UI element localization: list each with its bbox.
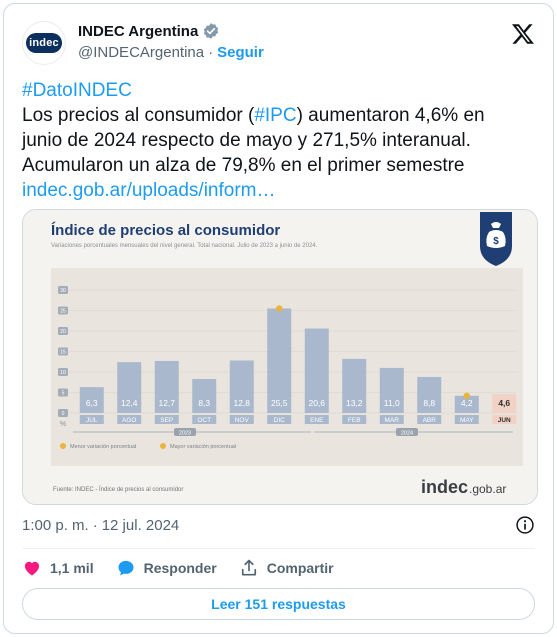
share-label: Compartir: [266, 560, 334, 576]
x-logo-icon[interactable]: [511, 22, 535, 46]
like-count: 1,1 mil: [50, 560, 94, 576]
y-tick-label: 30: [60, 288, 66, 294]
tweet-date: 12 jul. 2024: [101, 517, 180, 534]
read-replies-button[interactable]: Leer 151 respuestas: [22, 588, 535, 620]
tweet-line-4: Acumularon un alza de 79,8% en el primer…: [22, 155, 465, 176]
month-label: DIC: [274, 417, 286, 424]
tweet-timestamp[interactable]: 1:00 p. m. · 12 jul. 2024: [22, 517, 179, 534]
follow-button[interactable]: Seguir: [217, 44, 264, 61]
handle[interactable]: @INDECArgentina: [78, 44, 204, 61]
ipc-chart: Índice de precios al consumidor Variacio…: [23, 210, 537, 504]
legend-max-label: Mayor variación porcentual: [170, 444, 236, 450]
month-label: ABR: [423, 417, 437, 424]
tweet-line-3: junio de 2024 respecto de mayo y 271,5% …: [22, 130, 471, 151]
month-label: JUN: [498, 417, 511, 424]
tweet-text-segment: ) aumentaron 4,6% en: [296, 105, 485, 126]
display-name[interactable]: INDEC Argentina: [78, 23, 198, 40]
year-2023-label: 2023: [179, 431, 191, 437]
max-marker: [276, 305, 283, 312]
verified-badge-icon: [204, 23, 219, 39]
name-row: INDEC Argentina: [78, 22, 220, 40]
money-bag-icon: $: [480, 212, 512, 266]
tweet-link[interactable]: indec.gob.ar/uploads/inform…: [22, 178, 532, 203]
heart-icon: [24, 561, 40, 576]
month-label: JUL: [86, 417, 98, 424]
brand-main: indec: [421, 477, 468, 497]
infographic-source: Fuente: INDEC - Índice de precios al con…: [53, 486, 183, 493]
tweet-actions: 1,1 mil Responder Compartir: [22, 556, 356, 580]
bar-value-label: 4,2: [461, 398, 473, 408]
min-marker: [463, 392, 470, 399]
timestamp-separator: ·: [92, 517, 98, 534]
month-label: ENE: [310, 417, 324, 424]
legend-min-label: Menor variación porcentual: [70, 444, 136, 450]
tweet-text: #DatoINDEC Los precios al consumidor (#I…: [22, 78, 532, 203]
svg-text:$: $: [493, 236, 499, 247]
month-label: AGO: [122, 417, 136, 424]
y-tick-label: 25: [60, 309, 66, 315]
brand-suffix: .gob.ar: [469, 482, 506, 496]
bar-value-label: 12,8: [233, 398, 250, 408]
bar-value-label: 20,6: [308, 398, 325, 408]
bar-value-label: 13,2: [346, 398, 363, 408]
month-label: SEP: [160, 417, 173, 424]
y-tick-label: 15: [60, 350, 66, 356]
tweet-line-2: Los precios al consumidor (#IPC) aumenta…: [22, 103, 532, 128]
handle-separator: ·: [208, 44, 214, 61]
y-axis-label: %: [60, 421, 66, 428]
tweet-header: indec INDEC Argentina @INDECArgentina · …: [22, 18, 539, 68]
month-label: FEB: [348, 417, 361, 424]
handle-row: @INDECArgentina · Seguir: [78, 44, 264, 61]
month-label: NOV: [235, 417, 250, 424]
hashtag-ipc[interactable]: #IPC: [254, 105, 296, 126]
infographic-subtitle: Variaciones porcentuales mensuales del n…: [51, 243, 318, 249]
bar-value-label: 6,3: [86, 398, 98, 408]
bar-value-label: 12,4: [121, 398, 138, 408]
legend-min-dot: [60, 443, 66, 449]
bar-value-label: 8,3: [198, 398, 210, 408]
share-icon: [241, 559, 256, 576]
infographic-title: Índice de precios al consumidor: [51, 222, 280, 239]
avatar-logo: indec: [26, 33, 62, 53]
tweet-card: indec INDEC Argentina @INDECArgentina · …: [3, 3, 554, 634]
tweet-text-segment: Los precios al consumidor (: [22, 105, 255, 126]
avatar[interactable]: indec: [22, 21, 66, 65]
tweet-time: 1:00 p. m.: [22, 517, 89, 534]
infographic-image[interactable]: Índice de precios al consumidor Variacio…: [22, 209, 538, 505]
y-tick-label: 10: [60, 370, 66, 376]
speech-bubble-icon: [118, 560, 134, 576]
bar-value-label: 8,8: [423, 398, 435, 408]
like-button[interactable]: 1,1 mil: [22, 558, 94, 578]
y-tick-label: 5: [62, 391, 65, 397]
divider: [22, 548, 535, 549]
reply-label: Responder: [143, 560, 217, 576]
month-label: MAY: [460, 417, 474, 424]
bar-value-label: 25,5: [271, 398, 288, 408]
month-label: MAR: [385, 417, 400, 424]
y-tick-label: 20: [60, 329, 66, 335]
y-tick-label: 0: [62, 411, 65, 417]
reply-button[interactable]: Responder: [116, 558, 217, 578]
bar-value-label: 12,7: [158, 398, 175, 408]
bar-value-label: 11,0: [384, 398, 400, 408]
share-button[interactable]: Compartir: [239, 558, 334, 578]
year-2024-label: 2024: [401, 431, 413, 437]
hashtag-dato-indec[interactable]: #DatoINDEC: [22, 78, 532, 103]
legend-max-dot: [160, 443, 166, 449]
month-label: OCT: [197, 417, 211, 424]
info-icon[interactable]: [515, 515, 535, 535]
bar-value-label: 4,6: [498, 398, 510, 408]
